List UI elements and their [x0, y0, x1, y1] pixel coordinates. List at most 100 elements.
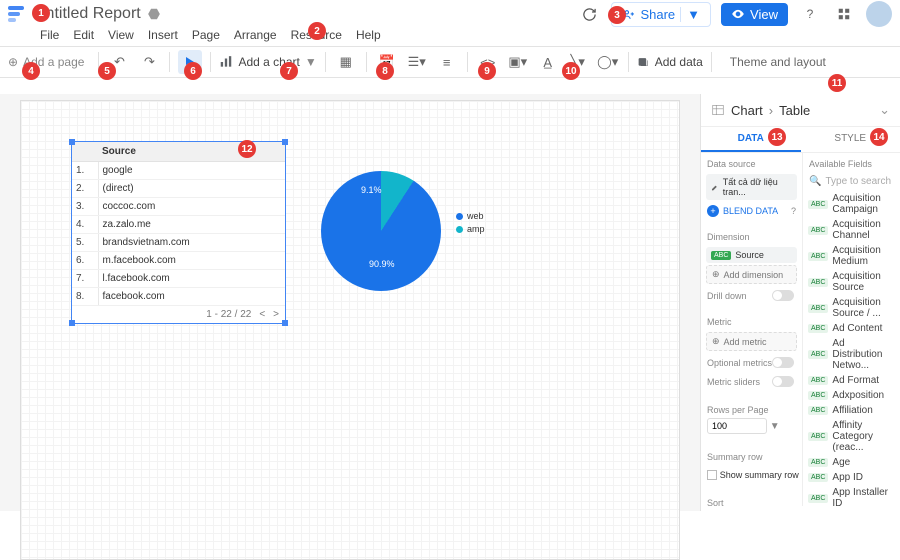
annotation-13: 13: [768, 128, 786, 146]
field-item[interactable]: ABCApp ID: [803, 470, 900, 485]
field-item[interactable]: ABCAd Format: [803, 373, 900, 388]
community-viz-button[interactable]: ▦: [334, 50, 358, 74]
image-button[interactable]: ▣▾: [506, 50, 530, 74]
section-data-source: Data source: [701, 153, 802, 172]
table-row[interactable]: 4.za.zalo.me: [72, 216, 285, 234]
drill-down-toggle[interactable]: [772, 290, 794, 301]
report-title[interactable]: Untitled Report: [34, 5, 141, 23]
field-item[interactable]: ABCApp Installer ID: [803, 485, 900, 506]
rows-per-page-input[interactable]: [707, 418, 767, 434]
field-item[interactable]: ABCAcquisition Source: [803, 269, 900, 295]
blend-data-button[interactable]: + BLEND DATA ?: [701, 202, 802, 220]
optional-metrics-row: Optional metrics: [701, 353, 802, 372]
menu-page[interactable]: Page: [192, 28, 220, 42]
annotation-3: 3: [608, 6, 626, 24]
table-row[interactable]: 1.google: [72, 162, 285, 180]
table-row[interactable]: 6.m.facebook.com: [72, 252, 285, 270]
menu-insert[interactable]: Insert: [148, 28, 178, 42]
report-canvas[interactable]: Source 1.google2.(direct)3.coccoc.com4.z…: [20, 100, 680, 560]
eye-icon: [731, 7, 745, 21]
shape-button[interactable]: ◯▾: [596, 50, 620, 74]
section-dimension: Dimension: [701, 226, 802, 245]
avatar[interactable]: [866, 1, 892, 27]
pager-prev[interactable]: <: [259, 309, 265, 320]
help-icon[interactable]: ?: [798, 2, 822, 26]
field-item[interactable]: ABCAffinity Category (reac...: [803, 418, 900, 455]
menu-view[interactable]: View: [108, 28, 134, 42]
section-rows-per-page: Rows per Page: [701, 399, 802, 418]
menu-arrange[interactable]: Arrange: [234, 28, 277, 42]
data-control-button[interactable]: ≡: [435, 50, 459, 74]
pie-slice-label-amp: 9.1%: [361, 185, 382, 195]
redo-button[interactable]: ↷: [137, 50, 161, 74]
table-pager: 1 - 22 / 22 < >: [72, 306, 285, 323]
workspace: Source 1.google2.(direct)3.coccoc.com4.z…: [0, 94, 700, 511]
drill-down-row: Drill down: [701, 286, 802, 305]
table-row[interactable]: 7.l.facebook.com: [72, 270, 285, 288]
chart-icon: [219, 55, 233, 69]
menu-help[interactable]: Help: [356, 28, 381, 42]
summary-row-checkbox[interactable]: Show summary row: [701, 465, 802, 484]
table-row[interactable]: 8.facebook.com: [72, 288, 285, 306]
pie-slice-label-web: 90.9%: [369, 259, 395, 269]
pie-chart: 9.1% 90.9%: [321, 171, 441, 291]
optional-metrics-toggle[interactable]: [772, 357, 794, 368]
add-metric-button[interactable]: ⊕Add metric: [706, 332, 797, 351]
menu-bar: FileEditViewInsertPageArrangeResourceHel…: [0, 28, 900, 46]
field-search[interactable]: 🔍 Type to search: [803, 172, 900, 191]
pie-chart-component[interactable]: 9.1% 90.9% web amp: [321, 171, 441, 291]
field-item[interactable]: ABCAcquisition Channel: [803, 217, 900, 243]
panel-breadcrumb: Chart › Table ⌄: [701, 94, 900, 127]
annotation-2: 2: [308, 22, 326, 40]
apps-icon[interactable]: [832, 2, 856, 26]
filter-control-button[interactable]: ☰▾: [405, 50, 429, 74]
field-item[interactable]: ABCAffiliation: [803, 403, 900, 418]
add-data-button[interactable]: Add data: [637, 55, 703, 69]
title-bar: Untitled Report Share ▼ View ?: [0, 0, 900, 28]
table-icon: [711, 103, 725, 117]
annotation-4: 4: [22, 62, 40, 80]
data-icon: [637, 56, 650, 69]
add-dimension-button[interactable]: ⊕Add dimension: [706, 265, 797, 284]
section-metric: Metric: [701, 311, 802, 330]
section-summary: Summary row: [701, 446, 802, 465]
field-item[interactable]: ABCAcquisition Medium: [803, 243, 900, 269]
annotation-10: 10: [562, 62, 580, 80]
table-row[interactable]: 2.(direct): [72, 180, 285, 198]
pager-next[interactable]: >: [273, 309, 279, 320]
chevron-down-icon[interactable]: ⌄: [879, 102, 890, 118]
field-item[interactable]: ABCAd Distribution Netwo...: [803, 336, 900, 373]
annotation-1: 1: [32, 4, 50, 22]
theme-layout-button[interactable]: Theme and layout: [730, 55, 826, 69]
annotation-14: 14: [870, 128, 888, 146]
share-dropdown-icon[interactable]: ▼: [680, 7, 700, 22]
add-chart-button[interactable]: Add a chart ▼: [219, 55, 316, 69]
field-item[interactable]: ABCAge: [803, 455, 900, 470]
section-available-fields: Available Fields: [803, 153, 900, 172]
field-item[interactable]: ABCAcquisition Campaign: [803, 191, 900, 217]
annotation-11: 11: [828, 74, 846, 92]
table-row[interactable]: 5.brandsvietnam.com: [72, 234, 285, 252]
chevron-down-icon: ▼: [305, 55, 317, 69]
menu-file[interactable]: File: [40, 28, 59, 42]
data-source-chip[interactable]: Tất cả dữ liệu tran...: [706, 174, 797, 200]
share-button[interactable]: Share ▼: [611, 2, 711, 27]
refresh-button[interactable]: [577, 2, 601, 26]
table-header-source[interactable]: Source: [98, 142, 285, 162]
menu-edit[interactable]: Edit: [73, 28, 94, 42]
add-page-button[interactable]: ⊕ Add a page: [8, 55, 84, 69]
table-component[interactable]: Source 1.google2.(direct)3.coccoc.com4.z…: [71, 141, 286, 324]
view-button[interactable]: View: [721, 3, 788, 26]
annotation-12: 12: [238, 140, 256, 158]
field-item[interactable]: ABCAdxposition: [803, 388, 900, 403]
dimension-chip[interactable]: ABCSource: [706, 247, 797, 263]
pencil-icon: [711, 183, 719, 192]
metric-sliders-toggle[interactable]: [772, 376, 794, 387]
info-icon[interactable]: ?: [791, 206, 796, 216]
toolbar: ⊕ Add a page ↶ ↷ Add a chart ▼ ▦ 📅 ☰▾ ≡ …: [0, 46, 900, 78]
table-row[interactable]: 3.coccoc.com: [72, 198, 285, 216]
text-button[interactable]: A̲: [536, 50, 560, 74]
drive-icon: [147, 7, 161, 21]
field-item[interactable]: ABCAd Content: [803, 321, 900, 336]
field-item[interactable]: ABCAcquisition Source / ...: [803, 295, 900, 321]
